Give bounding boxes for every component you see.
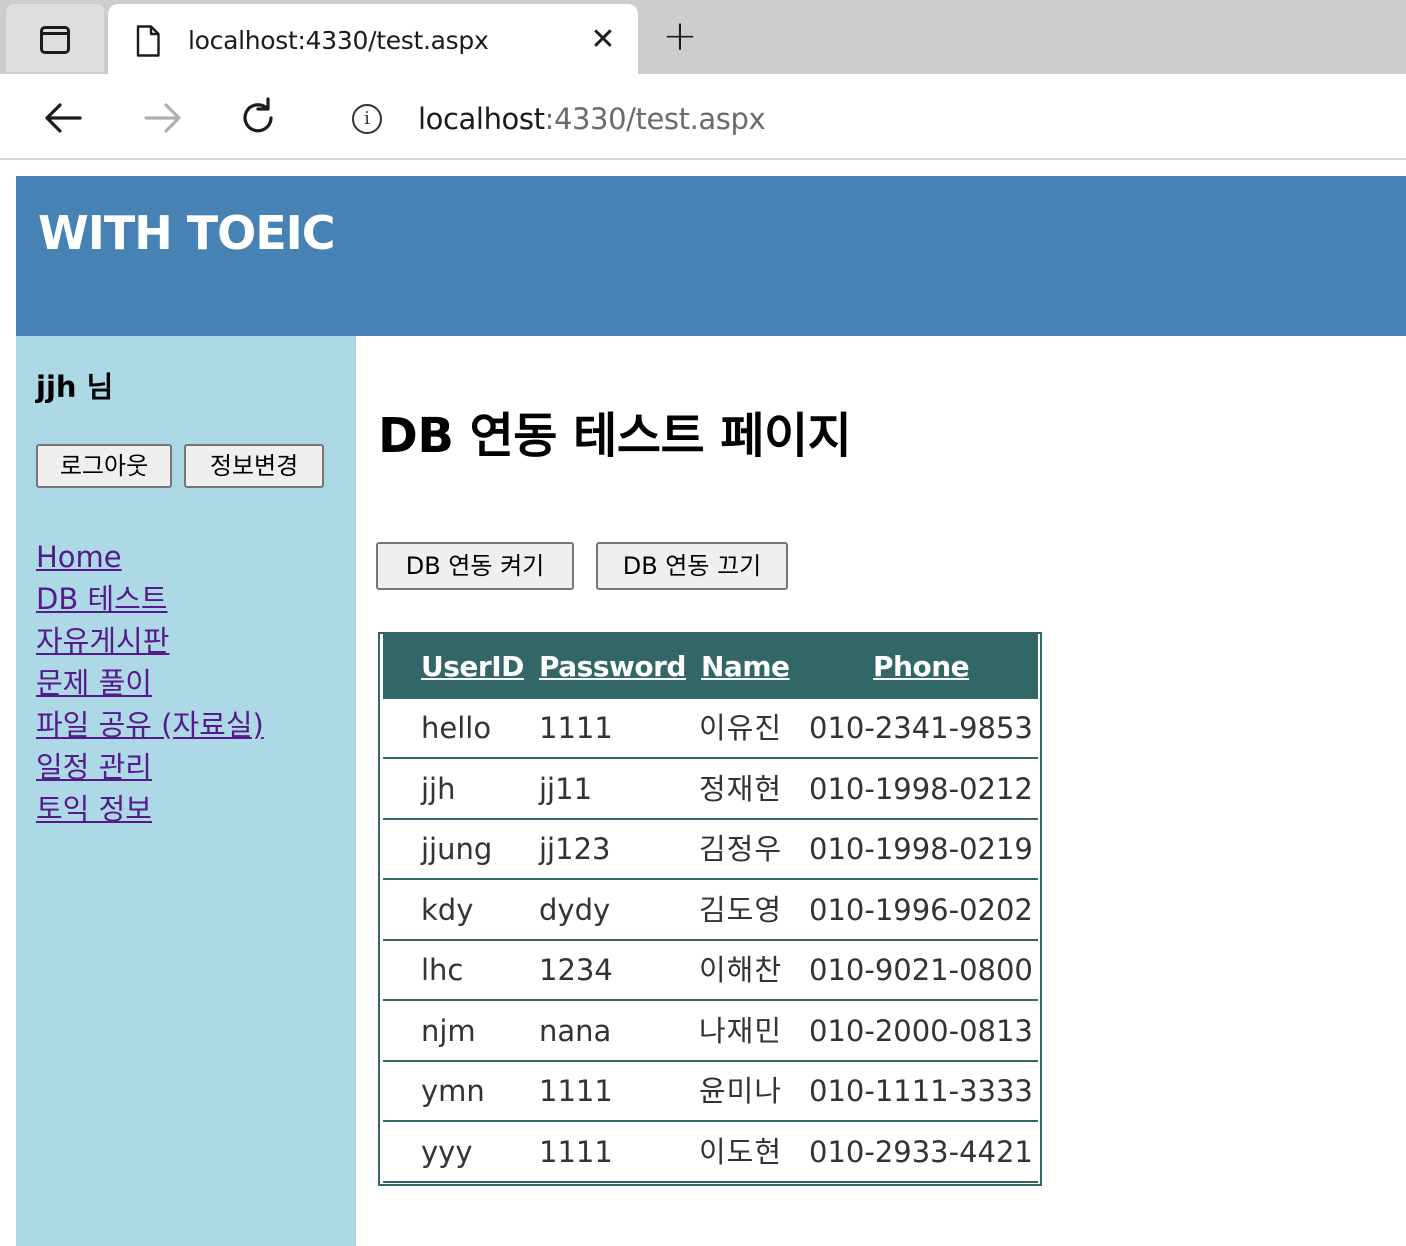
site-brand: WITH TOEIC [38,206,336,260]
column-header-phone[interactable]: Phone [873,650,970,683]
cell-password: dydy [539,892,611,927]
back-arrow-icon[interactable] [40,94,88,142]
tab-actions-button[interactable] [6,4,104,72]
cell-password: jj11 [539,771,593,806]
url-text[interactable]: localhost:4330/test.aspx [418,102,766,136]
cell-name: 윤미나 [699,1074,783,1108]
sidebar: jjh 님 로그아웃 정보변경 Home DB 테스트 자유게시판 문제 풀이 … [16,336,356,1246]
page-icon [136,25,160,57]
url-host: localhost [418,102,545,136]
page-title: DB 연동 테스트 페이지 [378,408,852,464]
logout-button[interactable]: 로그아웃 [36,444,172,488]
cell-password: 1234 [539,953,613,987]
browser-tab[interactable]: localhost:4330/test.aspx ✕ [108,4,638,74]
grid-header-row: UserID Password Name Phone [383,634,1038,699]
nav-link-toeic-info[interactable]: 토익 정보 [36,788,264,830]
cell-userid: yyy [421,1134,473,1169]
tab-strip: localhost:4330/test.aspx ✕ + [0,0,1406,74]
nav-link-schedule[interactable]: 일정 관리 [36,746,264,788]
cell-phone: 010-2933-4421 [809,1134,1033,1169]
cell-userid: hello [421,711,492,745]
cell-phone: 010-2341-9853 [809,711,1033,745]
cell-password: 1111 [539,711,613,745]
cell-phone: 010-1111-3333 [809,1074,1033,1108]
db-on-button[interactable]: DB 연동 켜기 [376,542,574,590]
column-header-userid[interactable]: UserID [421,650,524,683]
reload-icon[interactable] [234,94,282,142]
cell-userid: kdy [421,892,474,927]
page-content: WITH TOEIC jjh 님 로그아웃 정보변경 Home DB 테스트 자… [16,176,1406,1246]
cell-phone: 010-1998-0212 [809,771,1033,806]
cell-password: jj123 [539,832,611,866]
close-tab-icon[interactable]: ✕ [588,20,618,60]
cell-name: 나재민 [699,1013,783,1048]
main-content: DB 연동 테스트 페이지 DB 연동 켜기 DB 연동 끄기 UserID P… [356,336,1406,1246]
cell-phone: 010-2000-0813 [809,1013,1033,1048]
cell-name: 이해찬 [699,953,783,987]
tab-title: localhost:4330/test.aspx [188,26,489,55]
cell-userid: lhc [421,953,464,987]
table-row: hello 1111 이유진 010-2341-9853 [383,699,1038,759]
table-row: lhc 1234 이해찬 010-9021-0800 [383,941,1038,1001]
cell-phone: 010-1996-0202 [809,892,1033,927]
cell-phone: 010-1998-0219 [809,832,1033,866]
column-header-name[interactable]: Name [701,650,790,683]
table-row: njm nana 나재민 010-2000-0813 [383,1002,1038,1062]
nav-link-quiz[interactable]: 문제 풀이 [36,662,264,704]
cell-password: 1111 [539,1134,613,1169]
table-row: jjung jj123 김정우 010-1998-0219 [383,820,1038,880]
table-row: ymn 1111 윤미나 010-1111-3333 [383,1062,1038,1122]
cell-userid: njm [421,1013,476,1048]
db-off-button[interactable]: DB 연동 끄기 [596,542,788,590]
cell-userid: jjh [421,771,456,806]
table-row: yyy 1111 이도현 010-2933-4421 [383,1123,1038,1183]
tab-actions-icon [40,26,70,54]
forward-arrow-icon[interactable] [138,94,186,142]
nav-link-board[interactable]: 자유게시판 [36,620,264,662]
new-tab-icon[interactable]: + [660,14,700,58]
cell-userid: ymn [421,1074,485,1108]
cell-name: 정재현 [699,771,783,806]
table-row: jjh jj11 정재현 010-1998-0212 [383,760,1038,820]
cell-password: 1111 [539,1074,613,1108]
column-header-password[interactable]: Password [539,650,686,683]
cell-name: 이도현 [699,1134,783,1169]
url-path: :4330/test.aspx [544,102,766,136]
nav-link-db-test[interactable]: DB 테스트 [36,578,264,620]
nav-link-file-share[interactable]: 파일 공유 (자료실) [36,704,264,746]
nav-links: Home DB 테스트 자유게시판 문제 풀이 파일 공유 (자료실) 일정 관… [36,536,264,830]
user-greeting: jjh 님 [36,370,114,404]
address-bar[interactable]: i localhost:4330/test.aspx [320,82,1406,150]
edit-info-button[interactable]: 정보변경 [184,444,324,488]
nav-link-home[interactable]: Home [36,536,264,578]
cell-password: nana [539,1013,612,1048]
site-info-icon[interactable]: i [352,104,382,134]
cell-phone: 010-9021-0800 [809,953,1033,987]
cell-name: 김정우 [699,832,783,866]
cell-userid: jjung [421,832,493,866]
browser-toolbar: i localhost:4330/test.aspx [0,74,1406,160]
table-row: kdy dydy 김도영 010-1996-0202 [383,881,1038,941]
site-header: WITH TOEIC [16,176,1406,336]
cell-name: 이유진 [699,711,783,745]
cell-name: 김도영 [699,892,783,927]
user-grid: UserID Password Name Phone hello 1111 이유진 0… [378,632,1042,1186]
